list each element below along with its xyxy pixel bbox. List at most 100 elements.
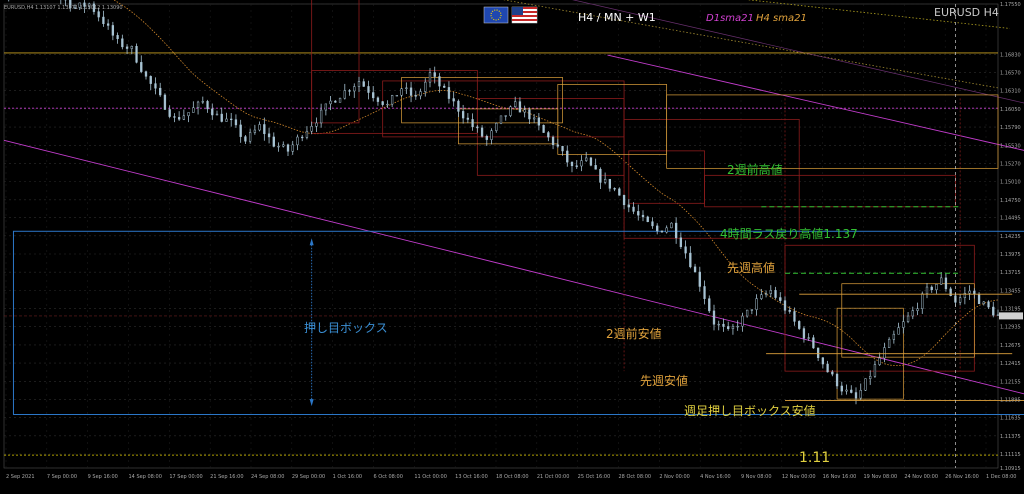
candle-body [551,136,555,146]
candle-body [329,100,332,105]
pullback-box [12,230,1024,416]
chart-window: 1.17550 1.16830 1.16570 1.16310 1.16050 1.157… [0,0,1024,494]
candle-body [892,333,896,340]
candle-body [135,46,138,63]
y-tick-label: 1.11635 [1000,416,1021,422]
timeframe-label: H4 / MN + W1 [578,11,656,24]
candle-body [940,277,943,285]
candle-body [873,364,877,377]
candle-body [499,115,503,124]
candle-body [798,321,801,329]
y-tick-label: 1.10915 [1000,466,1021,472]
candle-body [528,109,531,120]
x-tick-label: 12 Nov 00:00 [782,474,816,480]
candle-body [532,117,536,120]
candle-body [509,106,512,116]
candle-body [367,86,370,93]
candle-body [424,81,427,92]
price-chart[interactable]: 1.17550 1.16830 1.16570 1.16310 1.16050 1.157… [0,0,1024,494]
candle-body [987,301,990,308]
y-tick-label: 1.16310 [1000,89,1021,95]
candle-body [239,124,242,137]
candle-body [514,101,517,107]
candle-body [840,385,843,392]
candle-body [192,107,195,113]
candle-body [878,357,881,365]
candle-body [111,25,115,36]
x-tick-label: 1 Dec 08:00 [986,474,1016,480]
h4-last-pullback-label: 4時間ラス戻り高値1.137 [720,226,858,241]
candle-body [230,118,233,121]
candle-body [556,144,559,147]
candle-body [958,297,962,303]
candle-body [925,286,929,294]
x-tick-label: 24 Sep 08:00 [251,474,284,480]
y-tick-label: 1.11375 [1000,434,1021,440]
candle-body [154,83,157,89]
x-tick-label: 11 Oct 00:00 [414,474,447,480]
y-tick-label: 1.15530 [1000,143,1021,149]
last-week-low-label: 先週安値 [640,373,688,388]
sma-d1-label: D1sma21 [706,13,754,24]
candle-body [599,168,602,183]
candle-body [163,94,167,110]
candle-body [968,290,971,294]
candle-body [996,314,1000,316]
y-tick-label: 1.14495 [1000,216,1021,222]
candle-body [594,165,597,170]
candle-body [944,277,948,290]
level-111-label: 1.11 [799,450,830,466]
candle-body [291,144,294,152]
two-weeks-low-label: 2週前安値 [606,326,662,341]
symbol-label: EURUSD H4 [934,6,999,19]
x-axis: 2 Sep 2021 7 Sep 00:00 9 Sep 16:00 14 Sep 0… [6,474,1016,480]
candle-body [381,101,384,105]
candle-body [447,87,451,99]
y-tick-label: 1.13715 [1000,270,1021,276]
candle-body [755,298,758,310]
x-tick-label: 25 Oct 16:00 [578,474,611,480]
y-tick-label: 1.12935 [1000,325,1021,331]
candle-body [149,76,152,84]
x-tick-label: 21 Sep 16:00 [210,474,243,480]
red-range-box [311,70,478,134]
candle-body [703,286,706,299]
y-tick-label: 1.11895 [1000,397,1021,403]
candles [8,0,1000,405]
candle-body [211,108,214,116]
candle-body [201,101,204,103]
candle-body [476,126,479,129]
candle-body [102,16,105,24]
candle-body [428,72,432,83]
candle-body [618,188,621,196]
candle-body [774,290,777,298]
candle-body [220,113,223,122]
candle-body [736,325,739,328]
candle-body [589,157,593,166]
candle-body [637,211,640,216]
candle-body [310,126,313,132]
eu-flag-icon [483,6,509,24]
candle-body [414,95,417,97]
x-tick-label: 2 Sep 2021 [6,474,35,480]
candle-body [168,109,171,117]
candle-body [679,237,683,248]
candle-body [802,328,806,339]
red-range-box [623,118,800,239]
candle-body [196,101,200,108]
candle-body [859,390,862,399]
x-tick-label: 9 Sep 16:00 [88,474,118,480]
us-flag-icon [511,6,538,24]
candle-body [485,136,488,140]
candle-body [121,38,124,48]
candle-body [277,145,280,148]
x-tick-label: 17 Sep 00:00 [169,474,202,480]
y-tick-label: 1.16570 [1000,71,1021,77]
candle-body [973,290,976,295]
x-tick-label: 2 Nov 00:00 [659,474,690,480]
candle-body [722,323,725,327]
last-week-high-label: 先週高値 [727,260,775,275]
candle-body [731,325,735,329]
candle-body [911,310,914,317]
candle-body [684,246,687,254]
